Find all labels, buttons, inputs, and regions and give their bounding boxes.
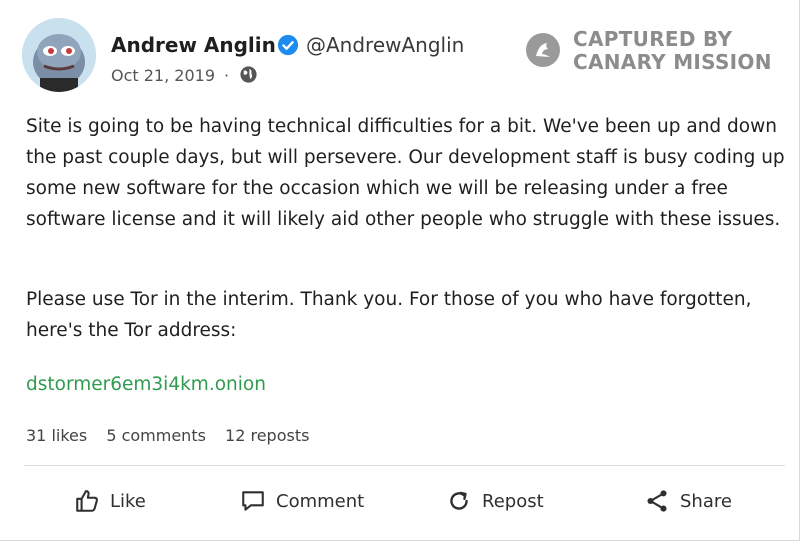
canary-mission-watermark: CAPTURED BY CANARY MISSION: [525, 28, 785, 76]
comments-count[interactable]: 5 comments: [106, 426, 206, 445]
author-name[interactable]: Andrew Anglin: [111, 33, 276, 57]
post-paragraph: Site is going to be having technical dif…: [26, 116, 785, 230]
watermark-line-1: CAPTURED BY: [573, 27, 733, 51]
repost-button[interactable]: Repost: [446, 484, 544, 518]
globe-icon: [240, 66, 257, 83]
avatar[interactable]: [22, 18, 96, 92]
comment-button[interactable]: Comment: [240, 484, 364, 518]
repost-label: Repost: [482, 490, 544, 512]
thumbs-up-icon: [76, 490, 98, 512]
onion-link[interactable]: dstormer6em3i4km.onion: [26, 369, 786, 400]
like-button[interactable]: Like: [74, 484, 146, 518]
watermark-line-2: CANARY MISSION: [573, 50, 772, 74]
comment-label: Comment: [276, 490, 365, 512]
engagement-stats: 31 likes 5 comments 12 reposts: [26, 426, 323, 445]
repost-icon: [450, 491, 468, 510]
post-card: Andrew Anglin @AndrewAnglin Oct 21, 2019…: [0, 0, 800, 541]
avatar-image: [22, 18, 96, 92]
reposts-count[interactable]: 12 reposts: [225, 426, 309, 445]
divider: [24, 465, 785, 466]
like-label: Like: [110, 490, 146, 512]
post-paragraph: Please use Tor in the interim. Thank you…: [26, 289, 752, 341]
share-label: Share: [680, 490, 732, 512]
date-separator: ·: [224, 66, 230, 85]
post-date[interactable]: Oct 21, 2019: [111, 66, 215, 85]
author-handle[interactable]: @AndrewAnglin: [306, 33, 464, 57]
canary-logo-icon: [526, 33, 560, 67]
comment-icon: [242, 491, 264, 511]
watermark-text: CAPTURED BY CANARY MISSION: [573, 28, 772, 74]
likes-count[interactable]: 31 likes: [26, 426, 87, 445]
share-button[interactable]: Share: [644, 484, 732, 518]
share-icon: [647, 490, 667, 512]
verified-badge-icon: [277, 34, 299, 56]
